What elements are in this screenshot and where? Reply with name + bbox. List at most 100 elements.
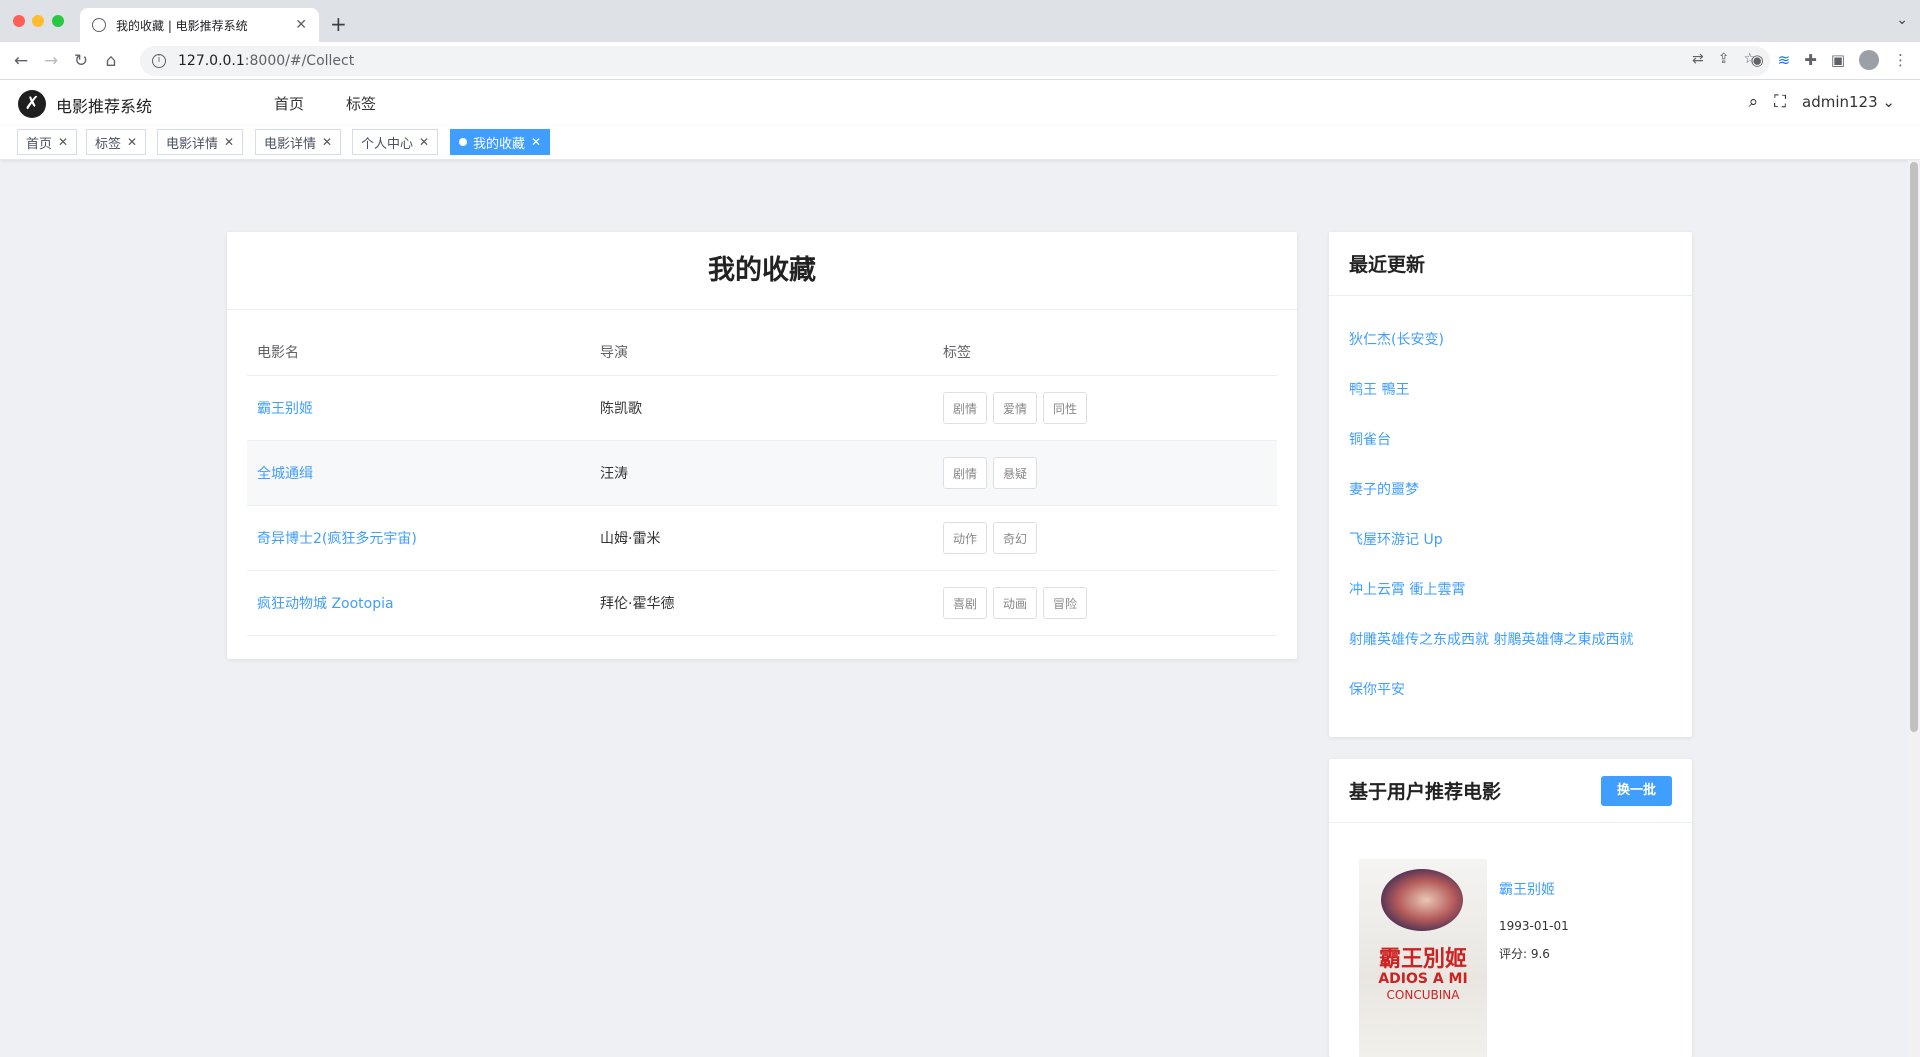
table-header: 电影名 导演 标签 bbox=[247, 328, 1277, 376]
close-icon[interactable]: ✕ bbox=[58, 135, 68, 149]
director-cell: 陈凯歌 bbox=[600, 401, 642, 417]
recent-item[interactable]: 飞屋环游记 Up bbox=[1349, 514, 1672, 564]
user-menu[interactable]: admin123 ⌄ bbox=[1802, 93, 1895, 111]
puzzle-icon[interactable]: ✚ bbox=[1804, 51, 1817, 69]
director-cell: 汪涛 bbox=[600, 466, 628, 482]
share-icon[interactable]: ⇪ bbox=[1718, 51, 1730, 67]
recent-item[interactable]: 铜雀台 bbox=[1349, 414, 1672, 464]
tags-view-bar: 首页 ✕ 标签 ✕ 电影详情 ✕ 电影详情 ✕ 个人中心 ✕ 我的收藏 ✕ bbox=[0, 126, 1920, 160]
sidebar-icon[interactable]: ▣ bbox=[1831, 51, 1845, 69]
recent-item[interactable]: 妻子的噩梦 bbox=[1349, 464, 1672, 514]
poster-artwork bbox=[1381, 869, 1463, 931]
poster-title-cn: 霸王別姬 bbox=[1378, 946, 1467, 972]
brand-title: 电影推荐系统 bbox=[56, 97, 153, 116]
translate-icon[interactable]: ⇄ bbox=[1692, 51, 1704, 67]
movie-link[interactable]: 奇异博士2(疯狂多元宇宙) bbox=[257, 531, 417, 547]
close-icon[interactable]: ✕ bbox=[419, 135, 429, 149]
globe-icon bbox=[92, 18, 106, 32]
recent-list: 狄仁杰(长安变) 鸭王 鴨王 铜雀台 妻子的噩梦 飞屋环游记 Up 冲上云霄 衝… bbox=[1329, 296, 1692, 714]
browser-tab-title: 我的收藏 | 电影推荐系统 bbox=[116, 18, 248, 33]
close-icon[interactable]: ✕ bbox=[295, 17, 307, 33]
nav-home[interactable]: 首页 bbox=[274, 93, 304, 114]
recent-item[interactable]: 射雕英雄传之东成西就 射鵰英雄傳之東成西就 bbox=[1349, 614, 1672, 664]
recent-updates-card: 最近更新 狄仁杰(长安变) 鸭王 鴨王 铜雀台 妻子的噩梦 飞屋环游记 Up 冲… bbox=[1329, 232, 1692, 737]
browser-tab-strip: 我的收藏 | 电影推荐系统 ✕ + ⌄ bbox=[0, 0, 1920, 42]
extension-icon-1[interactable]: ◉ bbox=[1751, 51, 1764, 69]
table-row: 奇异博士2(疯狂多元宇宙) 山姆·雷米 动作 奇幻 bbox=[247, 506, 1277, 571]
chevron-down-icon[interactable]: ⌄ bbox=[1896, 12, 1908, 28]
genre-tag: 奇幻 bbox=[993, 522, 1038, 554]
table-row: 疯狂动物城 Zootopia 拜伦·霍华德 喜剧 动画 冒险 bbox=[247, 571, 1277, 636]
genre-tag: 剧情 bbox=[943, 457, 988, 489]
profile-avatar[interactable] bbox=[1859, 50, 1879, 70]
genre-tag: 动画 bbox=[993, 587, 1038, 619]
recent-item[interactable]: 保你平安 bbox=[1349, 664, 1672, 714]
window-zoom-button[interactable] bbox=[52, 15, 64, 27]
refresh-button[interactable]: 换一批 bbox=[1600, 776, 1672, 806]
tag-view-movie-detail[interactable]: 电影详情 ✕ bbox=[255, 129, 342, 155]
menu-icon[interactable]: ⋮ bbox=[1893, 51, 1908, 69]
genre-tag: 剧情 bbox=[943, 392, 988, 424]
page-title: 我的收藏 bbox=[227, 232, 1297, 310]
app-header: ✗ 电影推荐系统 首页 标签 ⌕ ⛶ admin123 ⌄ bbox=[0, 80, 1920, 126]
window-minimize-button[interactable] bbox=[32, 15, 44, 27]
column-header: 标签 bbox=[943, 344, 971, 361]
tag-view-home[interactable]: 首页 ✕ bbox=[17, 129, 78, 155]
recent-item[interactable]: 狄仁杰(长安变) bbox=[1349, 314, 1672, 364]
director-cell: 拜伦·霍华德 bbox=[600, 596, 675, 612]
recommend-title: 基于用户推荐电影 bbox=[1349, 781, 1502, 803]
scrollbar-thumb[interactable] bbox=[1910, 162, 1918, 732]
genre-tag: 喜剧 bbox=[943, 587, 988, 619]
genre-tag: 同性 bbox=[1043, 392, 1088, 424]
window-close-button[interactable] bbox=[13, 15, 25, 27]
info-icon[interactable]: i bbox=[152, 54, 166, 68]
recommend-movie-link[interactable]: 霸王别姬 bbox=[1499, 879, 1569, 899]
recent-item[interactable]: 冲上云霄 衝上雲霄 bbox=[1349, 564, 1672, 614]
column-header: 电影名 bbox=[257, 344, 299, 361]
search-icon[interactable]: ⌕ bbox=[1749, 92, 1759, 112]
tag-view-movie-detail[interactable]: 电影详情 ✕ bbox=[157, 129, 244, 155]
fullscreen-icon[interactable]: ⛶ bbox=[1774, 92, 1786, 112]
poster-title-en: ADIOS A MI CONCUBINA bbox=[1378, 971, 1468, 1002]
movie-poster[interactable]: 霸王別姬 ADIOS A MI CONCUBINA bbox=[1359, 859, 1487, 1057]
new-tab-button[interactable]: + bbox=[330, 12, 347, 36]
collect-table: 电影名 导演 标签 霸王别姬 陈凯歌 剧情 爱情 同性 全城通缉 汪涛 剧情 悬… bbox=[247, 328, 1277, 636]
logo-icon: ✗ bbox=[18, 90, 46, 118]
url-text: 127.0.0.1:8000/#/Collect bbox=[178, 53, 355, 69]
home-icon[interactable]: ⌂ bbox=[96, 51, 126, 71]
recent-title: 最近更新 bbox=[1329, 232, 1692, 296]
browser-tab[interactable]: 我的收藏 | 电影推荐系统 ✕ bbox=[80, 8, 319, 42]
column-header: 导演 bbox=[600, 344, 628, 361]
reload-icon[interactable]: ↻ bbox=[66, 51, 96, 71]
chevron-down-icon: ⌄ bbox=[1882, 93, 1895, 111]
genre-tag: 爱情 bbox=[993, 392, 1038, 424]
release-date: 1993-01-01 bbox=[1499, 919, 1569, 933]
recommend-header: 基于用户推荐电影 换一批 bbox=[1329, 759, 1692, 823]
genre-tag: 悬疑 bbox=[993, 457, 1038, 489]
movie-link[interactable]: 霸王别姬 bbox=[257, 401, 313, 417]
close-icon[interactable]: ✕ bbox=[322, 135, 332, 149]
forward-icon[interactable]: → bbox=[36, 51, 66, 71]
movie-score: 评分: 9.6 bbox=[1499, 947, 1550, 961]
nav-tags[interactable]: 标签 bbox=[346, 93, 376, 114]
movie-link[interactable]: 全城通缉 bbox=[257, 466, 313, 482]
back-icon[interactable]: ← bbox=[6, 51, 36, 71]
movie-link[interactable]: 疯狂动物城 Zootopia bbox=[257, 596, 394, 612]
address-bar[interactable]: i 127.0.0.1:8000/#/Collect ⇄ ⇪ ☆ bbox=[140, 46, 1770, 76]
recent-item[interactable]: 鸭王 鴨王 bbox=[1349, 364, 1672, 414]
browser-toolbar: ← → ↻ ⌂ i 127.0.0.1:8000/#/Collect ⇄ ⇪ ☆… bbox=[0, 42, 1920, 80]
tag-view-tags[interactable]: 标签 ✕ bbox=[86, 129, 147, 155]
tag-view-collect[interactable]: 我的收藏 ✕ bbox=[450, 129, 551, 155]
tag-view-profile[interactable]: 个人中心 ✕ bbox=[352, 129, 439, 155]
extension-icon-2[interactable]: ≋ bbox=[1778, 51, 1791, 69]
top-nav: 首页 标签 bbox=[274, 93, 376, 114]
director-cell: 山姆·雷米 bbox=[600, 531, 661, 547]
close-icon[interactable]: ✕ bbox=[127, 135, 137, 149]
table-row: 全城通缉 汪涛 剧情 悬疑 bbox=[247, 441, 1277, 506]
genre-tag: 冒险 bbox=[1043, 587, 1088, 619]
active-dot bbox=[459, 138, 467, 146]
close-icon[interactable]: ✕ bbox=[224, 135, 234, 149]
collect-card: 我的收藏 电影名 导演 标签 霸王别姬 陈凯歌 剧情 爱情 同性 全城通缉 汪涛… bbox=[227, 232, 1297, 659]
close-icon[interactable]: ✕ bbox=[531, 135, 541, 149]
genre-tag: 动作 bbox=[943, 522, 988, 554]
